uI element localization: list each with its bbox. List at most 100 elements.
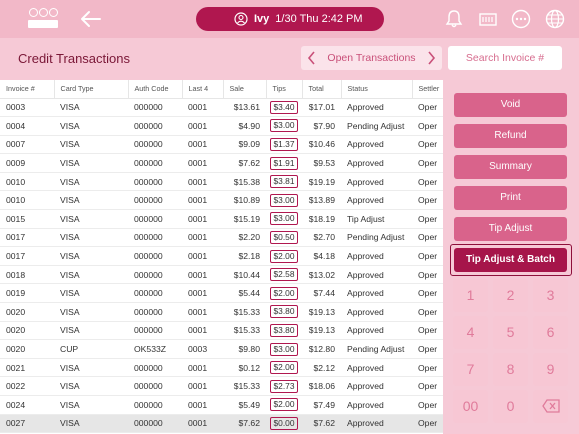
column-header[interactable]: Auth Code [128,80,183,99]
tip-amount-field[interactable]: $1.37 [269,137,299,151]
column-header[interactable]: Invoice # [0,80,55,99]
tip-adjust-batch-button[interactable]: Tip Adjust & Batch [454,248,567,272]
table-row[interactable]: 0017 VISA 000000 0001 $2.18 $2.00 $4.18 Approve… [0,246,443,266]
table-cell: Approved [341,153,412,173]
table-row[interactable]: 0010 VISA 000000 0001 $15.38 $3.81 $19.19 Appro… [0,172,443,192]
table-row[interactable]: 0018 VISA 000000 0001 $10.44 $2.58 $13.02 Appro… [0,265,443,285]
tip-amount-field[interactable]: $2.00 [269,398,299,412]
bell-icon[interactable] [444,9,464,29]
keypad-backspace[interactable] [533,390,568,423]
user-name: Ivy [254,13,270,25]
table-row[interactable]: 0010 VISA 000000 0001 $10.89 $3.00 $13.89 Appro… [0,190,443,211]
tip-amount-field[interactable]: $0.50 [269,230,299,244]
tip-amount-field[interactable]: $3.00 [269,193,299,207]
table-cell: 0001 [182,321,223,341]
column-header[interactable]: Last 4 [182,80,224,99]
table-cell: Oper [412,116,443,136]
keypad-key-0[interactable]: 0 [493,390,528,423]
table-row[interactable]: 0007 VISA 000000 0001 $9.09 $1.37 $10.46 Approv… [0,135,443,155]
table-row[interactable]: 0019 VISA 000000 0001 $5.44 $2.00 $7.44 Approve… [0,283,443,304]
refund-button[interactable]: Refund [454,124,567,148]
tip-amount-field[interactable]: $3.81 [269,175,299,189]
summary-button[interactable]: Summary [454,155,567,179]
tip-amount-field[interactable]: $3.00 [269,212,299,226]
tip-amount-field[interactable]: $3.00 [269,342,299,356]
table-cell: 000000 [128,98,182,118]
keypad-key-7[interactable]: 7 [453,353,488,386]
back-arrow-icon[interactable] [80,10,102,28]
void-button[interactable]: Void [454,93,567,117]
table-row[interactable]: 0020 VISA 000000 0001 $15.33 $3.80 $19.13 Appro… [0,321,443,341]
table-cell: Approved [341,98,412,118]
tip-amount-field[interactable]: $0.00 [269,416,299,430]
tip-amount-field[interactable]: $3.80 [269,305,299,319]
column-header[interactable]: Sale [223,80,267,99]
search-invoice-input[interactable]: Search Invoice # [448,46,562,70]
keypad-key-2[interactable]: 2 [493,279,528,312]
tip-amount-field[interactable]: $2.00 [269,361,299,375]
top-bar: Ivy 1/30 Thu 2:42 PM [0,0,579,38]
column-header[interactable]: Settler [412,80,443,99]
user-avatar-icon [234,12,248,26]
print-button[interactable]: Print [454,186,567,210]
tip-adjust-button[interactable]: Tip Adjust [454,217,567,241]
tip-amount-field[interactable]: $3.00 [269,119,299,133]
tip-amount-field[interactable]: $2.58 [269,268,299,282]
table-cell: $3.00 [266,339,302,359]
table-cell: $18.19 [302,209,341,229]
table-cell: Oper [412,339,443,359]
tip-amount-field[interactable]: $3.80 [269,323,299,337]
keypad-key-4[interactable]: 4 [453,316,488,349]
table-row[interactable]: 0015 VISA 000000 0001 $15.19 $3.00 $18.19 Tip A… [0,209,443,229]
user-session-pill[interactable]: Ivy 1/30 Thu 2:42 PM [196,7,384,31]
column-header[interactable]: Card Type [54,80,129,99]
table-row[interactable]: 0003 VISA 000000 0001 $13.61 $3.40 $17.01 Appro… [0,98,443,118]
table-cell: Approved [341,302,412,322]
table-cell: 0024 [0,395,54,415]
keypad-key-5[interactable]: 5 [493,316,528,349]
column-header[interactable]: Status [341,80,413,99]
table-cell: $2.70 [302,228,341,248]
table-row[interactable]: 0022 VISA 000000 0001 $15.33 $2.73 $18.06 Appro… [0,376,443,396]
tip-amount-field[interactable]: $2.73 [269,379,299,393]
tip-amount-field[interactable]: $2.00 [269,249,299,263]
table-cell: VISA [54,376,128,396]
column-header[interactable]: Total [302,80,342,99]
table-cell: 000000 [128,228,182,248]
table-cell: 0001 [182,395,223,415]
table-cell: $3.40 [266,98,302,118]
table-cell: VISA [54,209,128,229]
table-row[interactable]: 0004 VISA 000000 0001 $4.90 $3.00 $7.90 Pending… [0,116,443,136]
page-title: Credit Transactions [18,51,130,66]
tip-amount-field[interactable]: $2.00 [269,286,299,300]
more-icon[interactable] [511,9,531,29]
table-row[interactable]: 0024 VISA 000000 0001 $5.49 $2.00 $7.49 Approve… [0,395,443,415]
tip-amount-field[interactable]: $3.40 [269,100,299,114]
keypad-key-00[interactable]: 00 [453,390,488,423]
table-cell: Oper [412,302,443,322]
open-transactions-label[interactable]: Open Transactions [301,52,442,64]
table-cell: $19.13 [302,321,341,341]
table-cell: VISA [54,153,128,173]
table-cell: $9.80 [223,339,266,359]
table-cell: 0001 [182,116,223,136]
cash-register-icon[interactable] [478,9,498,29]
table-cell: CUP [54,339,128,359]
keypad-key-1[interactable]: 1 [453,279,488,312]
table-row[interactable]: 0027 VISA 000000 0001 $7.62 $0.00 $7.62 Approve… [0,414,443,434]
column-header[interactable]: Tips [266,80,303,99]
table-row[interactable]: 0021 VISA 000000 0001 $0.12 $2.00 $2.12 Approve… [0,358,443,378]
keypad-key-9[interactable]: 9 [533,353,568,386]
table-row[interactable]: 0020 CUP OK533Z 0003 $9.80 $3.00 $12.80 Pending… [0,339,443,359]
keypad-key-3[interactable]: 3 [533,279,568,312]
table-cell: $7.62 [223,153,266,173]
chevron-right-icon[interactable] [425,50,437,66]
table-row[interactable]: 0020 VISA 000000 0001 $15.33 $3.80 $19.13 Appro… [0,302,443,322]
keypad-key-8[interactable]: 8 [493,353,528,386]
keypad-key-6[interactable]: 6 [533,316,568,349]
table-cell: Approved [341,135,412,155]
globe-icon[interactable] [545,9,565,29]
table-row[interactable]: 0017 VISA 000000 0001 $2.20 $0.50 $2.70 Pending… [0,228,443,248]
tip-amount-field[interactable]: $1.91 [269,156,299,170]
table-row[interactable]: 0009 VISA 000000 0001 $7.62 $1.91 $9.53 Approve… [0,153,443,173]
